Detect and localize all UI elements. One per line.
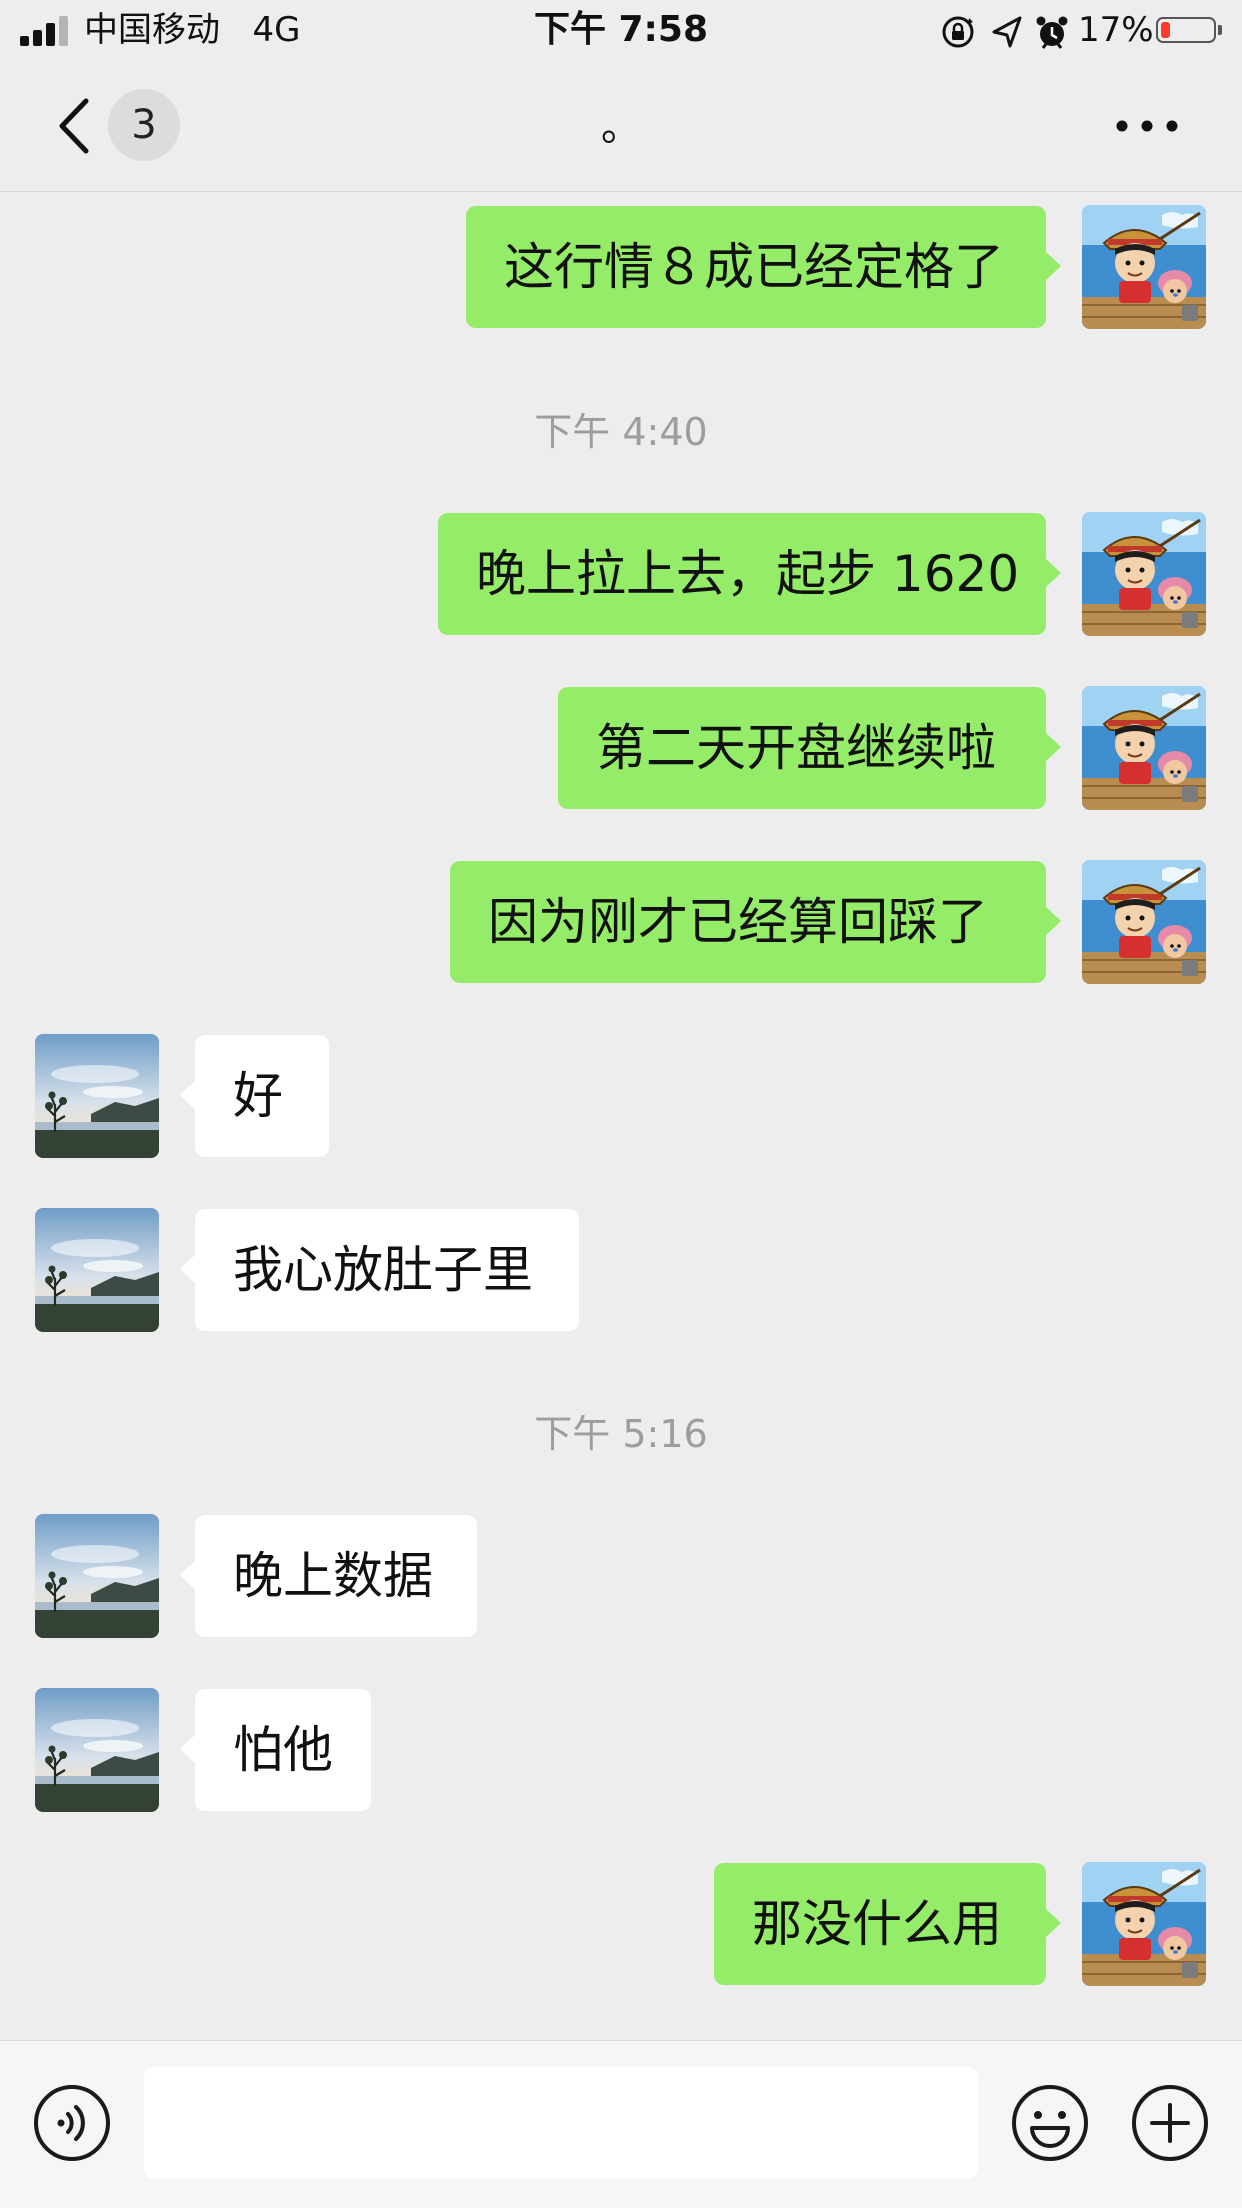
contact-avatar[interactable] [35,1208,159,1332]
my-avatar[interactable] [1082,205,1206,329]
more-dots-icon[interactable] [1112,108,1182,144]
incoming-message-bubble[interactable]: 怕他 [180,1689,371,1811]
emoji-icon[interactable] [1010,2083,1090,2163]
battery-percentage: 17% [1078,10,1154,50]
input-bar [0,2040,1242,2208]
chat-header: 3 。 [0,62,1242,192]
contact-avatar[interactable] [35,1688,159,1812]
contact-avatar[interactable] [35,1034,159,1158]
orientation-lock-icon [942,16,974,48]
outgoing-message-bubble[interactable]: 这行情８成已经定格了 [466,206,1061,328]
voice-icon[interactable] [32,2083,112,2163]
location-arrow-icon [992,16,1022,48]
my-avatar[interactable] [1082,512,1206,636]
timestamp: 下午 4:40 [534,410,708,454]
my-avatar[interactable] [1082,1862,1206,1986]
battery-tip [1218,25,1222,35]
outgoing-message-bubble[interactable]: 因为刚才已经算回踩了 [450,861,1061,983]
incoming-message-bubble[interactable]: 晚上数据 [180,1515,477,1637]
battery-icon [1156,17,1216,43]
contact-avatar[interactable] [35,1514,159,1638]
incoming-message-bubble[interactable]: 好 [180,1035,329,1157]
outgoing-message-bubble[interactable]: 晚上拉上去，起步 1620 [438,513,1061,635]
chat-title: 。 [601,104,641,150]
outgoing-message-bubble[interactable]: 那没什么用 [714,1863,1061,1985]
outgoing-message-bubble[interactable]: 第二天开盘继续啦 [558,687,1061,809]
status-bar: 中国移动 4G 下午 7:58 17% [0,0,1242,62]
my-avatar[interactable] [1082,686,1206,810]
incoming-message-bubble[interactable]: 我心放肚子里 [180,1209,579,1331]
alarm-icon [1036,16,1068,49]
my-avatar[interactable] [1082,860,1206,984]
battery-level-fill [1161,22,1170,38]
plus-icon[interactable] [1130,2083,1210,2163]
message-input[interactable] [144,2067,978,2179]
timestamp: 下午 5:16 [534,1412,708,1456]
